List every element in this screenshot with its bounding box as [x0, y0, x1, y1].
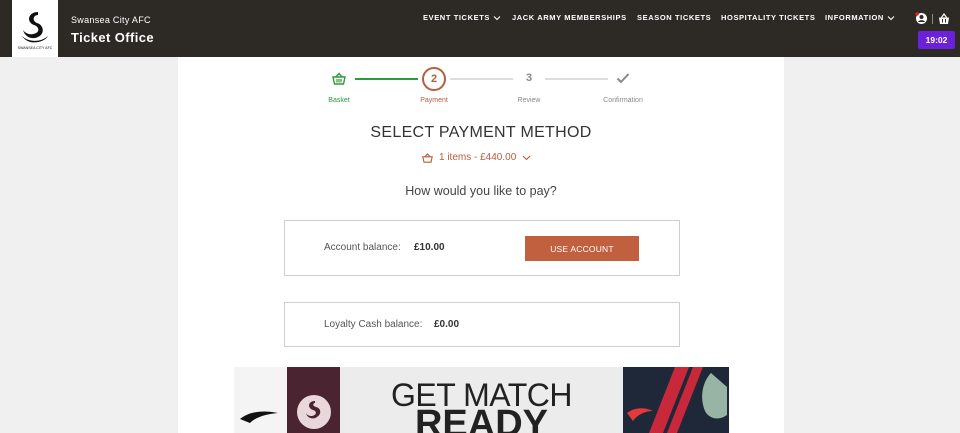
shirt-image: [623, 367, 729, 433]
nav-event-tickets[interactable]: EVENT TICKETS: [423, 13, 501, 22]
chevron-down-icon: [522, 155, 531, 160]
step-connector: [545, 78, 608, 80]
nav-label: HOSPITALITY TICKETS: [721, 13, 816, 22]
loyalty-cash-value: £0.00: [434, 319, 460, 330]
step-confirmation-label: Confirmation: [603, 97, 643, 104]
chevron-down-icon: [887, 15, 895, 20]
nav-hospitality-tickets[interactable]: HOSPITALITY TICKETS: [721, 13, 815, 22]
chevron-down-icon: [493, 15, 501, 20]
nav-label: EVENT TICKETS: [423, 13, 490, 22]
nav-jack-army-memberships[interactable]: JACK ARMY MEMBERSHIPS: [512, 13, 627, 22]
step-basket-label[interactable]: Basket: [299, 97, 379, 104]
account-balance-value: £10.00: [414, 242, 445, 253]
svg-text:SWANSEA CITY AFC: SWANSEA CITY AFC: [18, 46, 53, 50]
step-connector: [450, 78, 513, 80]
basket-summary-toggle[interactable]: 1 items - £440.00: [422, 152, 531, 163]
loyalty-cash-label: Loyalty Cash balance:: [324, 319, 423, 330]
club-name: Swansea City AFC: [71, 15, 151, 25]
nav-information[interactable]: INFORMATION: [825, 13, 895, 22]
step-payment-label: Payment: [420, 97, 448, 104]
brand: Swansea City AFC Ticket Office: [71, 15, 154, 45]
account-button[interactable]: [915, 12, 928, 30]
payment-question: How would you like to pay?: [405, 184, 557, 198]
site-header: SWANSEA CITY AFC Swansea City AFC Ticket…: [0, 0, 960, 57]
basket-icon: [939, 12, 949, 24]
club-logo[interactable]: SWANSEA CITY AFC: [12, 0, 58, 57]
basket-button[interactable]: [938, 12, 950, 30]
step-connector-done: [355, 78, 418, 80]
app-title: Ticket Office: [71, 30, 154, 45]
basket-icon[interactable]: [332, 72, 346, 85]
account-balance-label: Account balance:: [324, 242, 401, 253]
use-account-button[interactable]: USE ACCOUNT: [525, 236, 639, 261]
page-title: SELECT PAYMENT METHOD: [370, 124, 592, 141]
nav-label: JACK ARMY MEMBERSHIPS: [512, 13, 627, 22]
check-icon: [616, 73, 630, 84]
brand-logo-icon: [240, 411, 278, 423]
basket-icon: [422, 152, 433, 163]
step-payment-indicator: 2: [422, 67, 446, 91]
shirt-image: [287, 367, 340, 433]
nav-label: INFORMATION: [825, 13, 884, 22]
promo-banner[interactable]: GET MATCH READY: [234, 367, 729, 433]
swan-crest-icon: SWANSEA CITY AFC: [18, 11, 53, 50]
nav-season-tickets[interactable]: SEASON TICKETS: [637, 13, 711, 22]
shirt-pattern-icon: [627, 367, 727, 433]
swan-crest-icon: [297, 395, 331, 429]
user-icon: [915, 12, 927, 24]
nav-label: SEASON TICKETS: [637, 13, 712, 22]
step-review-label: Review: [517, 97, 541, 104]
header-divider: [932, 14, 933, 24]
step-review-indicator: 3: [525, 72, 533, 84]
basket-summary-text: 1 items - £440.00: [439, 152, 517, 163]
banner-subheadline: READY: [414, 403, 549, 433]
session-timer: 19:02: [918, 31, 955, 49]
banner-panel: [234, 367, 287, 433]
